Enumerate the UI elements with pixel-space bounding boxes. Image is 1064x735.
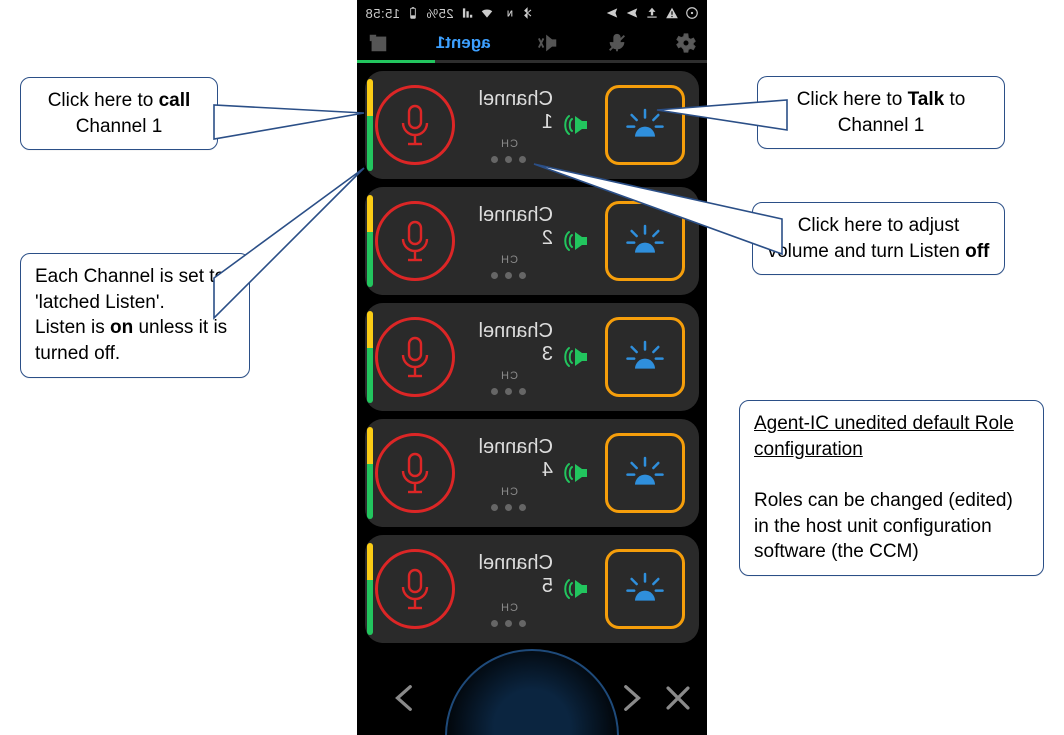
listen-icon[interactable] (563, 111, 591, 139)
nfc-icon: N (500, 6, 514, 20)
channel-row: Channel 1 CH (365, 71, 699, 179)
listen-icon[interactable] (563, 459, 591, 487)
level-dots[interactable] (492, 388, 527, 395)
listen-icon[interactable] (563, 575, 591, 603)
level-dots[interactable] (492, 620, 527, 627)
app-title: agent1 (436, 33, 491, 53)
call-light-icon (625, 453, 665, 493)
mic-icon (398, 219, 432, 263)
level-dots[interactable] (492, 504, 527, 511)
channel-name: Channel 3 (465, 320, 553, 366)
speaker-mute-icon[interactable] (537, 32, 559, 54)
talk-button[interactable] (375, 201, 455, 281)
talk-button[interactable] (375, 549, 455, 629)
volume-bar[interactable] (367, 311, 373, 403)
channel-sublabel: CH (500, 254, 518, 266)
wifi-icon (480, 6, 494, 20)
channel-sublabel: CH (500, 138, 518, 150)
upload-icon (645, 6, 659, 20)
pointer-talk (657, 100, 787, 155)
callout-call: Click here to call Channel 1 (20, 77, 218, 150)
volume-bar[interactable] (367, 427, 373, 519)
mic-mute-icon[interactable] (606, 32, 628, 54)
call-button[interactable] (605, 433, 685, 513)
settings-icon[interactable] (675, 32, 697, 54)
channel-sublabel: CH (500, 370, 518, 382)
volume-bar[interactable] (367, 79, 373, 171)
mic-icon (398, 335, 432, 379)
call-button[interactable] (605, 317, 685, 397)
callout-note: Agent-IC unedited default Role configura… (739, 400, 1044, 576)
talk-button[interactable] (375, 317, 455, 397)
channel-info: Channel 1 CH (465, 88, 553, 163)
channel-name: Channel 5 (465, 552, 553, 598)
callout-talk: Click here to Talk to Channel 1 (757, 76, 1005, 149)
phone-frame: N 25% 15:58 agent1 Channel 1CHChannel 2C… (357, 0, 707, 735)
level-dots[interactable] (492, 272, 527, 279)
battery-pct: 25% (426, 6, 454, 21)
android-status-bar: N 25% 15:58 (357, 0, 707, 26)
channel-name: Channel 4 (465, 436, 553, 482)
mic-icon (398, 567, 432, 611)
nav-prev-button[interactable] (613, 681, 647, 720)
volume-bar[interactable] (367, 543, 373, 635)
mic-icon (398, 103, 432, 147)
call-light-icon (625, 337, 665, 377)
level-dots[interactable] (492, 156, 527, 163)
mic-icon (398, 451, 432, 495)
send-icon (625, 6, 639, 20)
channel-sublabel: CH (500, 486, 518, 498)
channel-row: Channel 4 CH (365, 419, 699, 527)
call-button[interactable] (605, 549, 685, 629)
pointer-call (194, 105, 364, 170)
channel-list: Channel 1CHChannel 2CHChannel 3CHChannel… (357, 63, 707, 643)
app-header: agent1 (357, 26, 707, 60)
callout-volume: Click here to adjust volume and turn Lis… (752, 202, 1005, 275)
talk-button[interactable] (375, 85, 455, 165)
nav-close-button[interactable] (661, 681, 695, 720)
battery-icon (406, 6, 420, 20)
clock: 15:58 (365, 6, 400, 21)
channel-row: Channel 3 CH (365, 303, 699, 411)
pointer-listen (194, 168, 364, 333)
header-accent (357, 60, 707, 63)
channel-info: Channel 5 CH (465, 552, 553, 627)
channel-sublabel: CH (500, 602, 518, 614)
jog-dial[interactable] (445, 649, 619, 735)
svg-text:N: N (506, 10, 512, 19)
talk-button[interactable] (375, 433, 455, 513)
channel-row: Channel 5 CH (365, 535, 699, 643)
call-light-icon (625, 569, 665, 609)
channel-name: Channel 1 (465, 88, 553, 134)
listen-icon[interactable] (563, 343, 591, 371)
app-tray-icon (685, 6, 699, 20)
bottom-nav (357, 649, 707, 735)
warning-icon (665, 6, 679, 20)
expand-icon[interactable] (367, 32, 389, 54)
nav-next-button[interactable] (389, 681, 423, 720)
volume-bar[interactable] (367, 195, 373, 287)
pointer-volume (532, 164, 782, 269)
channel-info: Channel 3 CH (465, 320, 553, 395)
bluetooth-icon (520, 6, 534, 20)
channel-info: Channel 4 CH (465, 436, 553, 511)
signal-icon (460, 6, 474, 20)
send2-icon (605, 6, 619, 20)
